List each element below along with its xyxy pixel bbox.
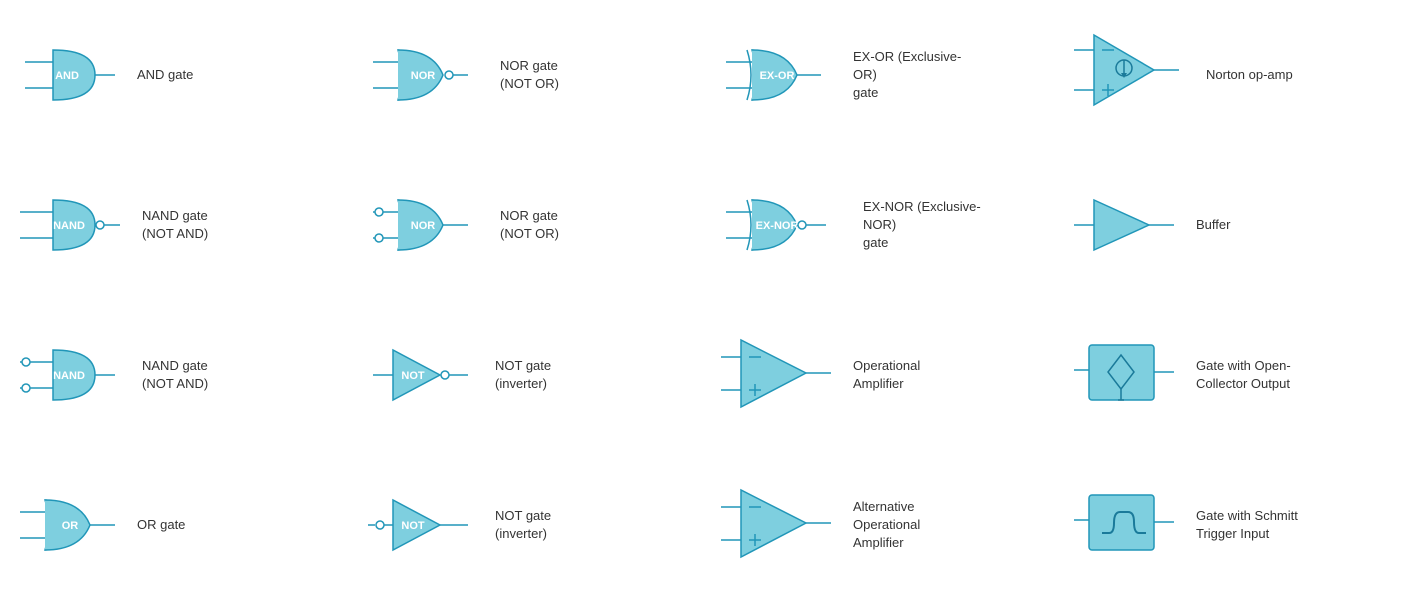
cell-nor-gate-2: NOR NOR gate(NOT OR) xyxy=(353,150,706,300)
cell-not-gate-2: NOT NOT gate(inverter) xyxy=(353,450,706,600)
nand-gate-1-label: NAND gate(NOT AND) xyxy=(142,207,208,243)
svg-text:NOR: NOR xyxy=(411,220,436,232)
nor-gate-2-label: NOR gate(NOT OR) xyxy=(500,207,559,243)
norton-op-amp-label: Norton op-amp xyxy=(1206,66,1293,84)
not-gate-1-symbol: NOT xyxy=(368,340,483,410)
svg-text:AND: AND xyxy=(55,70,79,82)
not-gate-2-symbol: NOT xyxy=(368,490,483,560)
cell-norton-op-amp: Norton op-amp xyxy=(1059,0,1412,150)
schmitt-trigger-label: Gate with SchmittTrigger Input xyxy=(1196,507,1298,543)
svg-text:NAND: NAND xyxy=(53,370,85,382)
schmitt-trigger-symbol xyxy=(1074,485,1184,565)
cell-schmitt-trigger: Gate with SchmittTrigger Input xyxy=(1059,450,1412,600)
ex-nor-gate-symbol: EX-NOR xyxy=(721,190,851,260)
svg-text:NAND: NAND xyxy=(53,220,85,232)
cell-nor-gate-1: NOR NOR gate(NOT OR) xyxy=(353,0,706,150)
svg-text:NOT: NOT xyxy=(401,370,425,382)
and-gate-label: AND gate xyxy=(137,66,193,84)
cell-buffer: Buffer xyxy=(1059,150,1412,300)
open-collector-label: Gate with Open-Collector Output xyxy=(1196,357,1291,393)
not-gate-1-label: NOT gate(inverter) xyxy=(495,357,551,393)
cell-nand-gate-1: NAND NAND gate(NOT AND) xyxy=(0,150,353,300)
buffer-label: Buffer xyxy=(1196,216,1230,234)
cell-op-amp: Operational Amplifier xyxy=(706,300,1059,450)
or-gate-symbol: OR xyxy=(15,490,125,560)
not-gate-2-label: NOT gate(inverter) xyxy=(495,507,551,543)
nand-gate-2-label: NAND gate(NOT AND) xyxy=(142,357,208,393)
svg-text:NOT: NOT xyxy=(401,520,425,532)
ex-nor-gate-label: EX-NOR (Exclusive-NOR)gate xyxy=(863,198,983,253)
nand-gate-2-symbol: NAND xyxy=(15,340,130,410)
nor-gate-1-label: NOR gate(NOT OR) xyxy=(500,57,559,93)
cell-not-gate-1: NOT NOT gate(inverter) xyxy=(353,300,706,450)
cell-ex-or-gate: EX-OR EX-OR (Exclusive-OR)gate xyxy=(706,0,1059,150)
nand-gate-1-symbol: NAND xyxy=(15,190,130,260)
cell-ex-nor-gate: EX-NOR EX-NOR (Exclusive-NOR)gate xyxy=(706,150,1059,300)
ex-or-gate-symbol: EX-OR xyxy=(721,40,841,110)
op-amp-label: Operational Amplifier xyxy=(853,357,973,393)
ex-or-gate-label: EX-OR (Exclusive-OR)gate xyxy=(853,48,973,103)
open-collector-symbol xyxy=(1074,335,1184,415)
main-grid: AND AND gate NOR NOR gate(NOT OR) xyxy=(0,0,1412,600)
cell-gate-open-collector: Gate with Open-Collector Output xyxy=(1059,300,1412,450)
svg-text:EX-OR: EX-OR xyxy=(760,70,795,82)
nor-gate-2-symbol: NOR xyxy=(368,190,488,260)
or-gate-label: OR gate xyxy=(137,516,185,534)
svg-text:OR: OR xyxy=(62,520,79,532)
op-amp-symbol xyxy=(721,335,841,415)
svg-text:NOR: NOR xyxy=(411,70,436,82)
alt-op-amp-label: AlternativeOperational Amplifier xyxy=(853,498,973,553)
cell-nand-gate-2: NAND NAND gate(NOT AND) xyxy=(0,300,353,450)
buffer-symbol xyxy=(1074,190,1184,260)
svg-text:EX-NOR: EX-NOR xyxy=(756,220,799,232)
norton-op-amp-symbol xyxy=(1074,30,1194,120)
and-gate-symbol: AND xyxy=(15,40,125,110)
nor-gate-1-symbol: NOR xyxy=(368,40,488,110)
cell-and-gate: AND AND gate xyxy=(0,0,353,150)
cell-or-gate: OR OR gate xyxy=(0,450,353,600)
cell-alt-op-amp: AlternativeOperational Amplifier xyxy=(706,450,1059,600)
alt-op-amp-symbol xyxy=(721,485,841,565)
